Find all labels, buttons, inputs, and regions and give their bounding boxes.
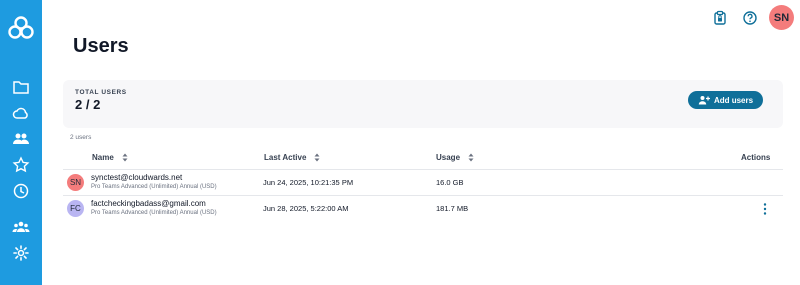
column-header-actions-label: Actions xyxy=(741,153,771,162)
lock-clipboard-icon[interactable] xyxy=(711,9,729,27)
page-title: Users xyxy=(73,35,129,57)
last-active: Jun 24, 2025, 10:21:35 PM xyxy=(263,178,354,187)
sort-icon xyxy=(122,153,128,162)
more-actions-icon[interactable] xyxy=(762,202,768,216)
divider xyxy=(63,195,783,196)
divider xyxy=(63,169,783,170)
team-icon[interactable] xyxy=(12,218,30,236)
usage: 16.0 GB xyxy=(436,178,464,187)
user-email: synctest@cloudwards.net xyxy=(91,173,183,182)
star-icon[interactable] xyxy=(12,156,30,174)
clock-icon[interactable] xyxy=(12,182,30,200)
column-header-actions: Actions xyxy=(741,153,770,162)
avatar: FC xyxy=(67,200,84,217)
add-users-button[interactable]: Add users xyxy=(688,91,763,109)
user-count: 2 users xyxy=(70,134,92,141)
user-avatar[interactable]: SN xyxy=(769,5,794,30)
user-plan: Pro Teams Advanced (Unlimited) Annual (U… xyxy=(91,184,217,190)
column-header-usage-label: Usage xyxy=(436,153,461,162)
user-plan: Pro Teams Advanced (Unlimited) Annual (U… xyxy=(91,210,217,216)
usage: 181.7 MB xyxy=(436,204,469,213)
help-icon[interactable] xyxy=(741,9,759,27)
column-header-last-active-label: Last Active xyxy=(264,153,307,162)
avatar: SN xyxy=(67,174,84,191)
sync-logo-icon[interactable] xyxy=(8,16,34,42)
user-email: factcheckingbadass@gmail.com xyxy=(91,199,206,208)
gear-icon[interactable] xyxy=(12,244,30,262)
add-user-icon xyxy=(698,96,710,105)
add-users-label: Add users xyxy=(713,95,754,105)
column-header-last-active[interactable]: Last Active xyxy=(264,153,320,162)
summary-card xyxy=(63,80,783,128)
sort-icon xyxy=(468,153,474,162)
cloud-icon[interactable] xyxy=(12,104,30,122)
column-header-name-label: Name xyxy=(92,153,114,162)
total-users-value: 2 / 2 xyxy=(75,97,101,112)
total-users-label: TOTAL USERS xyxy=(75,89,127,96)
column-header-usage[interactable]: Usage xyxy=(436,153,474,162)
shared-users-icon[interactable] xyxy=(12,130,30,148)
sort-icon xyxy=(314,153,320,162)
table-row[interactable]: SN synctest@cloudwards.net Pro Teams Adv… xyxy=(63,172,783,196)
table-row[interactable]: FC factcheckingbadass@gmail.com Pro Team… xyxy=(63,198,783,222)
sidebar xyxy=(0,0,42,285)
folder-icon[interactable] xyxy=(12,78,30,96)
column-header-name[interactable]: Name xyxy=(92,153,128,162)
last-active: Jun 28, 2025, 5:22:00 AM xyxy=(263,204,349,213)
